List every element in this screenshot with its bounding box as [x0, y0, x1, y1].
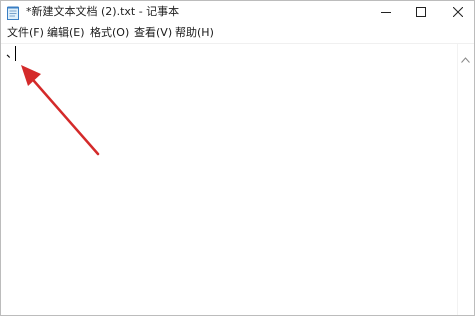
chevron-up-icon[interactable] [461, 48, 470, 67]
menu-view[interactable]: 查看(V) [134, 26, 172, 40]
minimize-button[interactable] [371, 1, 401, 23]
menu-format[interactable]: 格式(O) [90, 26, 129, 40]
notepad-icon [7, 5, 19, 20]
maximize-icon [416, 7, 426, 17]
maximize-button[interactable] [406, 1, 436, 23]
vertical-scrollbar[interactable] [457, 44, 474, 315]
minimize-icon [381, 7, 391, 17]
close-button[interactable] [443, 1, 473, 23]
menu-bar: 文件(F) 编辑(E) 格式(O) 查看(V) 帮助(H) [1, 23, 474, 44]
menu-help[interactable]: 帮助(H) [175, 26, 214, 40]
window-title: *新建文本文档 (2).txt - 记事本 [26, 5, 180, 18]
editor-content: 、 [6, 46, 19, 60]
menu-edit[interactable]: 编辑(E) [47, 26, 85, 40]
menu-file[interactable]: 文件(F) [7, 26, 44, 40]
close-icon [453, 7, 463, 17]
text-editor[interactable]: 、 [1, 44, 458, 315]
text-caret [15, 46, 16, 61]
notepad-window: *新建文本文档 (2).txt - 记事本 文件(F) 编辑(E) 格式(O) … [0, 0, 475, 316]
title-bar[interactable]: *新建文本文档 (2).txt - 记事本 [1, 1, 474, 23]
